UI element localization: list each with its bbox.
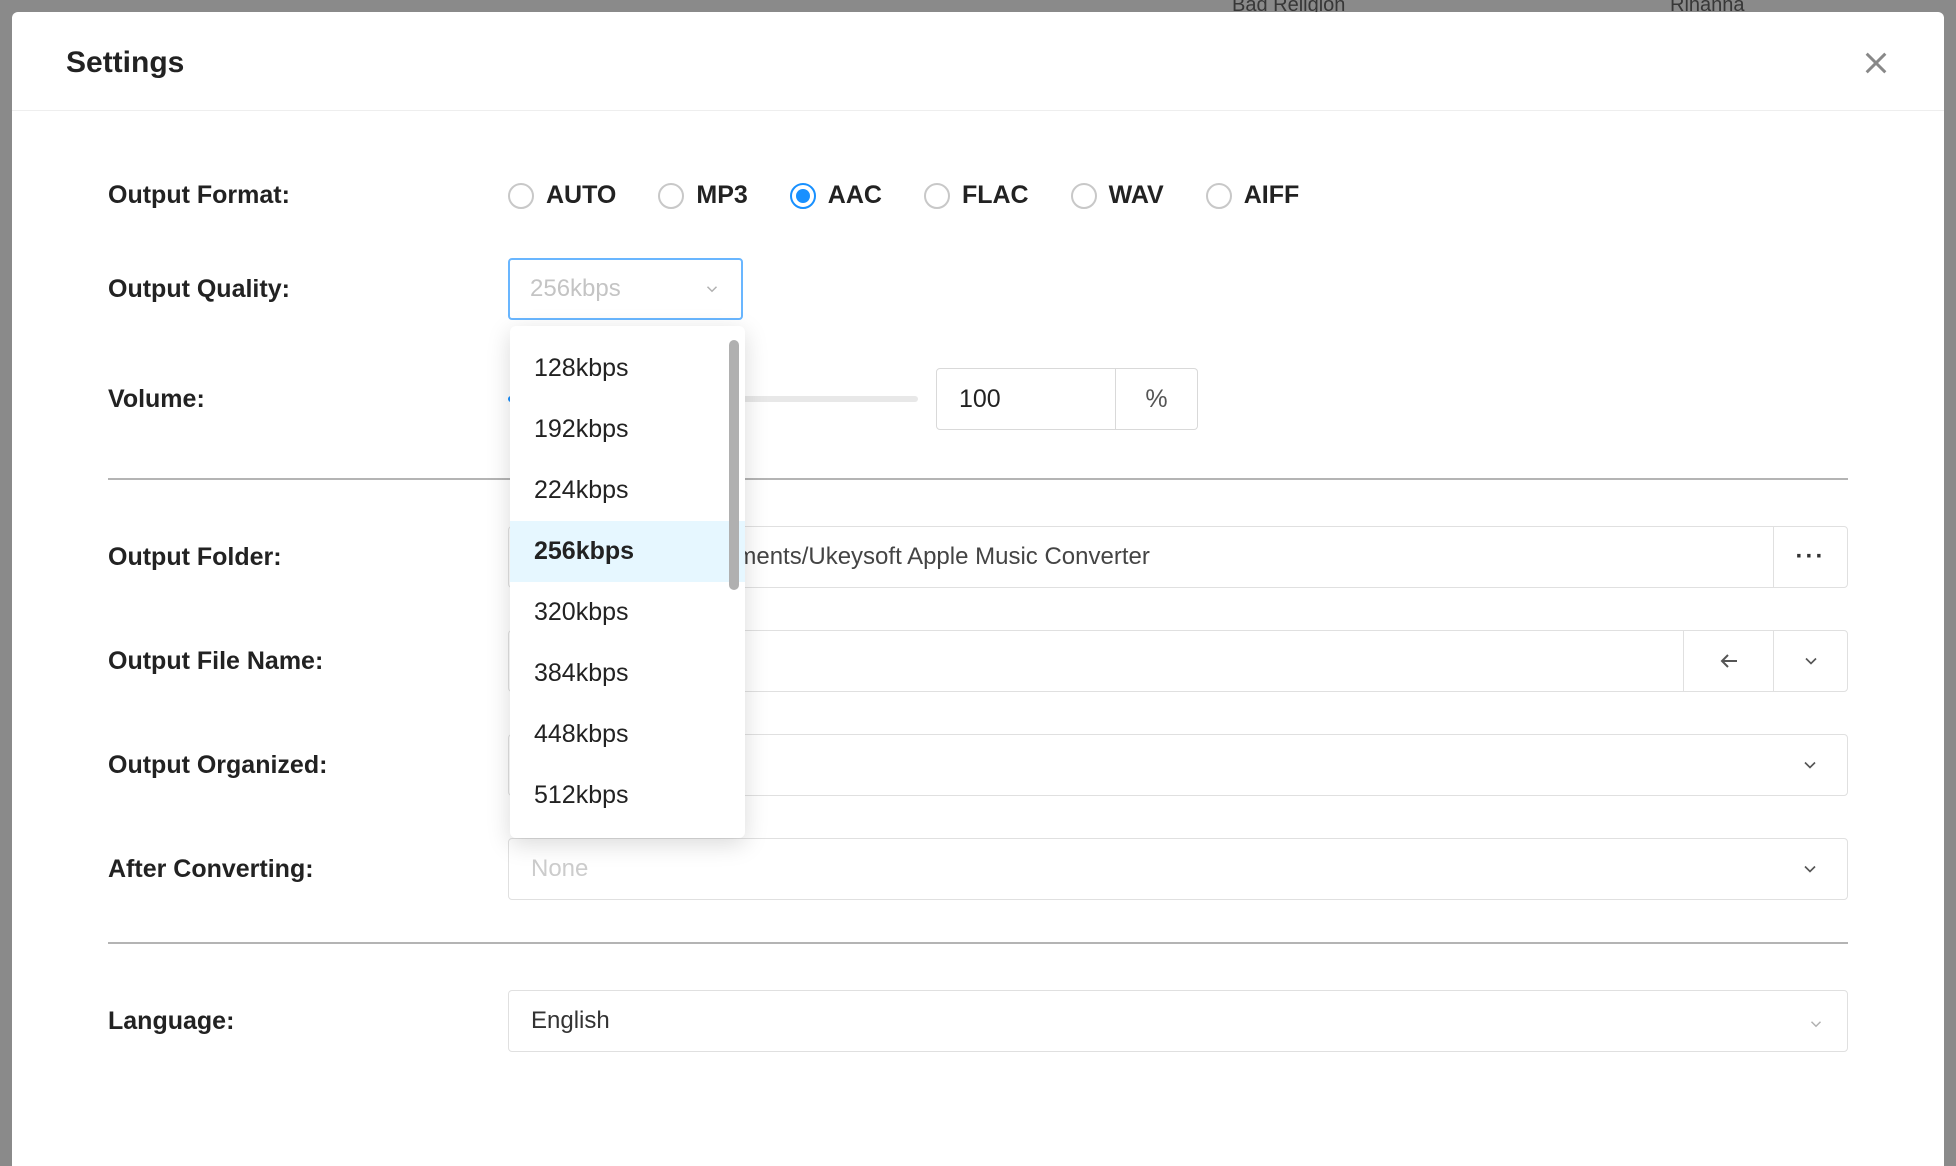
close-button[interactable] <box>1862 49 1890 77</box>
dropdown-scrollbar[interactable] <box>729 340 739 590</box>
quality-placeholder: 256kbps <box>530 275 621 303</box>
quality-option[interactable]: 320kbps <box>510 582 745 643</box>
settings-modal: Settings Output Format: AUTO MP3 AAC FLAC WA… <box>12 12 1944 1166</box>
row-output-folder: Output Folder: cuments/Ukeysoft Apple Mu… <box>108 526 1848 588</box>
label-language: Language: <box>108 1007 508 1036</box>
quality-option[interactable]: 192kbps <box>510 399 745 460</box>
filename-dropdown-button[interactable] <box>1773 630 1847 692</box>
radio-label: WAV <box>1109 181 1164 210</box>
radio-circle-icon <box>924 183 950 209</box>
modal-body: Output Format: AUTO MP3 AAC FLAC WAV AIFF Out… <box>12 111 1944 1166</box>
row-output-organized: Output Organized: <box>108 734 1848 796</box>
language-value: English <box>531 1007 610 1035</box>
format-radio-aac[interactable]: AAC <box>790 181 882 210</box>
chevron-down-icon <box>1807 1012 1825 1030</box>
section-divider <box>108 942 1848 944</box>
output-quality-select[interactable]: 256kbps 128kbps192kbps224kbps256kbps320k… <box>508 258 743 320</box>
label-output-organized: Output Organized: <box>108 751 508 780</box>
close-icon <box>1862 49 1890 77</box>
quality-option[interactable]: 256kbps <box>510 521 745 582</box>
radio-label: AIFF <box>1244 181 1300 210</box>
quality-option[interactable]: 384kbps <box>510 643 745 704</box>
modal-title: Settings <box>66 46 184 80</box>
quality-option[interactable]: 448kbps <box>510 704 745 765</box>
radio-label: FLAC <box>962 181 1029 210</box>
quality-option[interactable]: 224kbps <box>510 460 745 521</box>
format-radio-wav[interactable]: WAV <box>1071 181 1164 210</box>
volume-value-input[interactable]: 100 <box>936 368 1116 430</box>
after-converting-value: None <box>531 855 588 883</box>
section-divider <box>108 478 1848 480</box>
label-output-quality: Output Quality: <box>108 275 508 304</box>
arrow-left-icon <box>1717 649 1741 673</box>
row-language: Language: English <box>108 990 1848 1052</box>
quality-dropdown: 128kbps192kbps224kbps256kbps320kbps384kb… <box>510 326 745 838</box>
row-output-file-name: Output File Name: <box>108 630 1848 692</box>
format-radio-flac[interactable]: FLAC <box>924 181 1029 210</box>
language-select[interactable]: English <box>508 990 1848 1052</box>
output-format-radio-group: AUTO MP3 AAC FLAC WAV AIFF <box>508 181 1299 210</box>
row-output-format: Output Format: AUTO MP3 AAC FLAC WAV AIFF <box>108 181 1848 210</box>
ellipsis-icon: ··· <box>1796 543 1826 571</box>
radio-circle-icon <box>508 183 534 209</box>
label-volume: Volume: <box>108 385 508 414</box>
chevron-down-icon <box>1800 755 1820 775</box>
radio-label: AAC <box>828 181 882 210</box>
row-output-quality: Output Quality: 256kbps 128kbps192kbps22… <box>108 258 1848 320</box>
modal-header: Settings <box>12 12 1944 111</box>
chevron-down-icon <box>1801 651 1821 671</box>
format-radio-aiff[interactable]: AIFF <box>1206 181 1300 210</box>
radio-label: MP3 <box>696 181 747 210</box>
label-output-file-name: Output File Name: <box>108 647 508 676</box>
radio-circle-icon <box>658 183 684 209</box>
radio-circle-icon <box>790 183 816 209</box>
browse-folder-button[interactable]: ··· <box>1773 526 1847 588</box>
after-converting-select[interactable]: None <box>508 838 1848 900</box>
label-after-converting: After Converting: <box>108 855 508 884</box>
radio-circle-icon <box>1206 183 1232 209</box>
radio-circle-icon <box>1071 183 1097 209</box>
filename-back-button[interactable] <box>1683 630 1773 692</box>
format-radio-auto[interactable]: AUTO <box>508 181 616 210</box>
format-radio-mp3[interactable]: MP3 <box>658 181 747 210</box>
row-volume: Volume: 100 % <box>108 368 1848 430</box>
organized-dropdown-button[interactable] <box>1773 734 1847 796</box>
row-after-converting: After Converting: None <box>108 838 1848 900</box>
quality-option[interactable]: 128kbps <box>510 338 745 399</box>
radio-label: AUTO <box>546 181 616 210</box>
chevron-down-icon <box>1800 859 1820 879</box>
after-converting-dropdown-button[interactable] <box>1773 838 1847 900</box>
volume-unit: % <box>1116 368 1198 430</box>
chevron-down-icon <box>703 280 721 298</box>
label-output-folder: Output Folder: <box>108 543 508 572</box>
label-output-format: Output Format: <box>108 181 508 210</box>
quality-option[interactable]: 512kbps <box>510 765 745 826</box>
